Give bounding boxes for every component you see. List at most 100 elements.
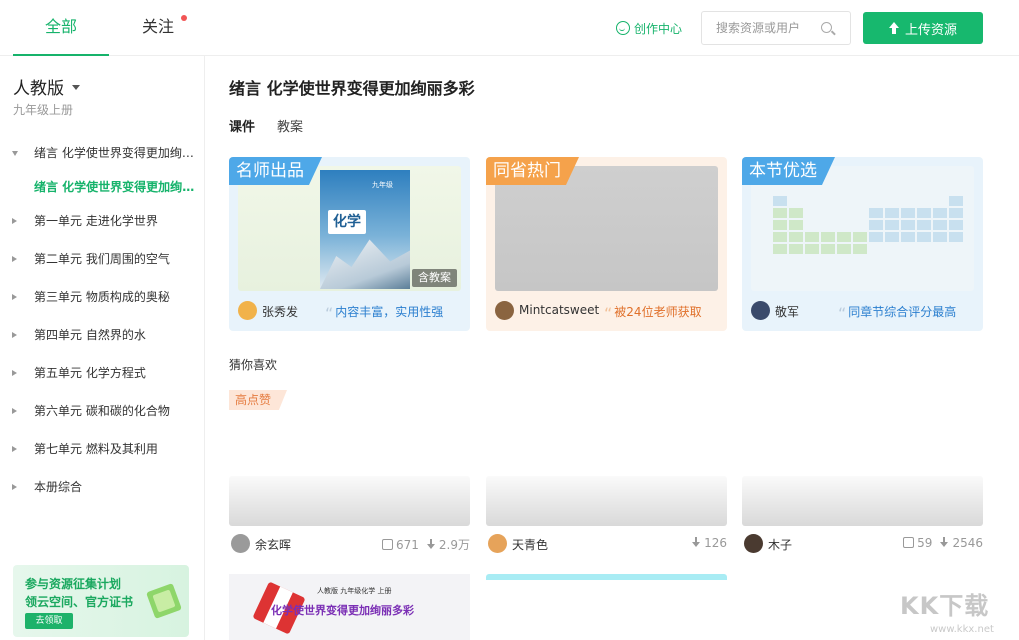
download-value: 2.9万 bbox=[438, 538, 470, 552]
page-title: 绪言 化学使世界变得更加绚丽多彩 bbox=[229, 79, 475, 98]
sidebar-item-unit4[interactable]: 第四单元 自然界的水 bbox=[0, 322, 204, 348]
quote-text: 内容丰富，实用性强 bbox=[335, 305, 444, 319]
caret-right-icon bbox=[12, 370, 17, 376]
tab-lesson-plan[interactable]: 教案 bbox=[277, 116, 303, 135]
book-title: 化学 bbox=[328, 210, 366, 234]
main-content: 绪言 化学使世界变得更加绚丽多彩 课件 教案 名师出品 九年级 化学 含教案 张… bbox=[206, 56, 1019, 640]
resource-thumbnail[interactable]: 人教版 九年级化学 上册 化学使世界变得更加绚丽多彩 bbox=[229, 574, 470, 640]
quote-icon: “ bbox=[325, 304, 334, 323]
upload-arrow-icon bbox=[888, 22, 899, 34]
tab-all[interactable]: 全部 bbox=[13, 0, 109, 56]
search-input[interactable] bbox=[716, 12, 826, 44]
caret-right-icon bbox=[12, 446, 17, 452]
author-name[interactable]: 天青色 bbox=[512, 536, 548, 553]
periodic-table-image bbox=[773, 196, 963, 286]
tab-courseware[interactable]: 课件 bbox=[229, 116, 255, 135]
sidebar-item-summary[interactable]: 本册综合 bbox=[0, 474, 204, 500]
author-name[interactable]: 张秀发 bbox=[262, 303, 298, 320]
sidebar-item-label: 第五单元 化学方程式 bbox=[34, 366, 146, 380]
sidebar: 人教版 九年级上册 绪言 化学使世界变得更加绚丽多彩 绪言 化学使世界变得更加绚… bbox=[0, 56, 205, 640]
avatar[interactable] bbox=[231, 534, 250, 553]
sidebar-item-label: 第一单元 走进化学世界 bbox=[34, 214, 158, 228]
creator-center-label: 创作中心 bbox=[634, 21, 683, 36]
download-count: 2.9万 bbox=[426, 536, 470, 553]
resource-meta: 木子 59 2546 bbox=[742, 532, 983, 554]
caret-right-icon bbox=[12, 408, 17, 414]
promo-claim-button[interactable]: 去领取 bbox=[25, 613, 73, 629]
quote-text: 被24位老师获取 bbox=[614, 305, 702, 319]
quote-icon: “ bbox=[604, 304, 613, 323]
featured-card[interactable]: 同省热门 Mintcatsweet “被24位老师获取 bbox=[486, 157, 727, 331]
preview-title: 化学使世界变得更加绚丽多彩 bbox=[271, 604, 414, 617]
avatar[interactable] bbox=[744, 534, 763, 553]
author-name[interactable]: 余玄晖 bbox=[255, 536, 291, 553]
resource-meta: 天青色 126 bbox=[486, 532, 727, 554]
book-grade: 九年级 bbox=[372, 181, 393, 189]
thumb-up-icon bbox=[382, 538, 393, 550]
sidebar-item-unit6[interactable]: 第六单元 碳和碳的化合物 bbox=[0, 398, 204, 424]
smile-icon bbox=[616, 21, 630, 35]
author-name[interactable]: Mintcatsweet bbox=[519, 303, 599, 317]
card-quote: “同章节综合评分最高 bbox=[838, 303, 956, 323]
search-icon[interactable] bbox=[821, 22, 832, 33]
author-name[interactable]: 木子 bbox=[768, 536, 792, 553]
download-value: 2546 bbox=[952, 536, 983, 550]
sidebar-item-unit3[interactable]: 第三单元 物质构成的奥秘 bbox=[0, 284, 204, 310]
resource-thumbnail[interactable] bbox=[486, 476, 727, 526]
sidebar-item-label: 本册综合 bbox=[34, 480, 83, 494]
download-count: 126 bbox=[692, 536, 727, 550]
edition-selector[interactable]: 人教版 bbox=[13, 74, 80, 99]
avatar[interactable] bbox=[488, 534, 507, 553]
thumb-up-icon bbox=[903, 537, 915, 548]
preview-subtitle: 人教版 九年级化学 上册 bbox=[317, 587, 392, 595]
avatar[interactable] bbox=[238, 301, 257, 320]
sidebar-item-label: 第三单元 物质构成的奥秘 bbox=[34, 290, 170, 304]
resource-stats: 671 2.9万 bbox=[382, 536, 470, 553]
caret-right-icon bbox=[12, 218, 17, 224]
ribbon-label: 同省热门 bbox=[486, 157, 579, 185]
sidebar-item-label: 第二单元 我们周围的空气 bbox=[34, 252, 170, 266]
edition-label: 人教版 bbox=[13, 79, 64, 99]
top-bar: 全部 关注 创作中心 上传资源 bbox=[0, 0, 1019, 56]
tab-follow[interactable]: 关注 bbox=[125, 0, 191, 56]
resource-stats: 126 bbox=[692, 536, 727, 550]
includes-lesson-plan-tag: 含教案 bbox=[412, 269, 457, 287]
watermark-logo: KK下载 www.kkx.net bbox=[900, 586, 1019, 640]
caret-down-icon bbox=[12, 151, 18, 156]
featured-card[interactable]: 本节优选 敬军 “同章节综合评分最高 bbox=[742, 157, 983, 331]
caret-down-icon bbox=[72, 85, 80, 90]
sidebar-item-intro[interactable]: 绪言 化学使世界变得更加绚丽多彩 bbox=[0, 140, 204, 166]
download-value: 126 bbox=[704, 536, 727, 550]
download-icon bbox=[692, 537, 701, 548]
caret-right-icon bbox=[12, 484, 17, 490]
sidebar-item-label: 第六单元 碳和碳的化合物 bbox=[34, 404, 170, 418]
creator-center-link[interactable]: 创作中心 bbox=[616, 19, 682, 37]
avatar[interactable] bbox=[751, 301, 770, 320]
like-value: 671 bbox=[396, 537, 419, 552]
like-count[interactable]: 59 bbox=[903, 536, 932, 550]
card-quote: “内容丰富，实用性强 bbox=[325, 303, 443, 323]
caret-right-icon bbox=[12, 256, 17, 262]
section-title-guess: 猜你喜欢 bbox=[229, 358, 278, 372]
download-icon bbox=[426, 539, 436, 550]
sidebar-item-unit2[interactable]: 第二单元 我们周围的空气 bbox=[0, 246, 204, 272]
watermark-text: KK下载 bbox=[900, 592, 990, 620]
sidebar-item-label: 第四单元 自然界的水 bbox=[34, 328, 146, 342]
ribbon-label: 本节优选 bbox=[742, 157, 835, 185]
author-name[interactable]: 敬军 bbox=[775, 303, 799, 320]
grade-label: 九年级上册 bbox=[13, 103, 74, 117]
avatar[interactable] bbox=[495, 301, 514, 320]
sidebar-item-unit5[interactable]: 第五单元 化学方程式 bbox=[0, 360, 204, 386]
resource-stats: 59 2546 bbox=[903, 536, 983, 550]
resource-thumbnail[interactable] bbox=[742, 476, 983, 526]
resource-thumbnail[interactable] bbox=[229, 476, 470, 526]
featured-card[interactable]: 名师出品 九年级 化学 含教案 张秀发 “内容丰富，实用性强 bbox=[229, 157, 470, 331]
caret-right-icon bbox=[12, 294, 17, 300]
like-count[interactable]: 671 bbox=[382, 538, 419, 552]
resource-thumbnail[interactable] bbox=[486, 574, 727, 580]
sidebar-item-intro-lesson[interactable]: 绪言 化学使世界变得更加绚丽多彩 bbox=[0, 174, 204, 200]
upload-button[interactable]: 上传资源 bbox=[863, 12, 983, 44]
sidebar-item-unit7[interactable]: 第七单元 燃料及其利用 bbox=[0, 436, 204, 462]
promo-banner[interactable]: 参与资源征集计划 领云空间、官方证书 去领取 bbox=[13, 565, 189, 637]
sidebar-item-unit1[interactable]: 第一单元 走进化学世界 bbox=[0, 208, 204, 234]
